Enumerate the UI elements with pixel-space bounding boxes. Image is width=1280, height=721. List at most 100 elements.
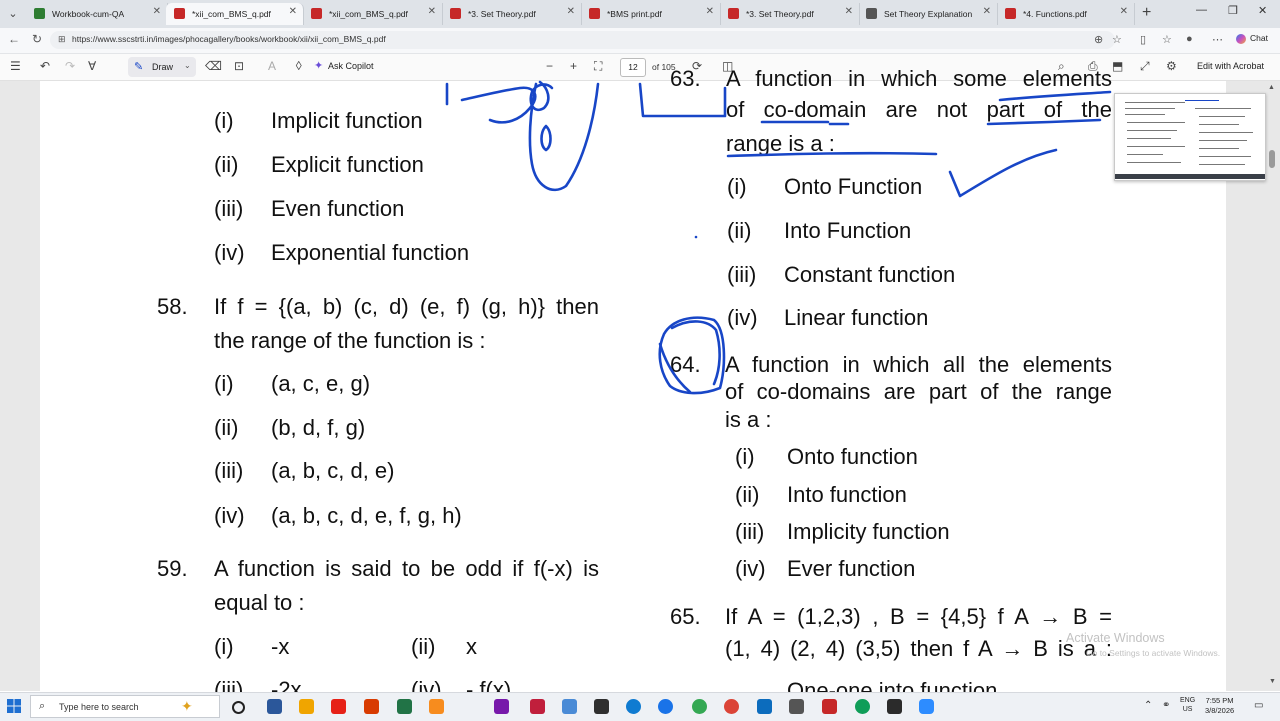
app-icon[interactable] (789, 699, 804, 714)
tab-close-icon[interactable]: ✕ (983, 6, 991, 17)
acrobat-app-icon[interactable] (822, 699, 837, 714)
excel-app-icon[interactable] (397, 699, 412, 714)
browser-tab[interactable]: *4. Functions.pdf ✕ (997, 3, 1135, 25)
refresh-icon[interactable]: ↻ (32, 32, 42, 46)
search-icon: ⌕ (39, 700, 46, 712)
question-text: is a : (725, 407, 772, 432)
ask-copilot-button[interactable]: Ask Copilot (328, 61, 374, 71)
copilot-sparkle-icon[interactable]: ✦ (314, 59, 323, 72)
telegram-app-icon[interactable] (626, 699, 641, 714)
tab-close-icon[interactable]: ✕ (428, 6, 436, 17)
tab-actions-menu-icon[interactable]: ⌄ (4, 5, 22, 23)
split-screen-icon[interactable]: ▯ (1140, 33, 1146, 46)
read-aloud-icon[interactable]: ꕺ (295, 59, 303, 74)
tab-title: *4. Functions.pdf (1023, 9, 1087, 19)
tab-close-icon[interactable]: ✕ (706, 6, 714, 17)
vlc-app-icon[interactable] (429, 699, 444, 714)
browser-tab[interactable]: *xii_com_BMS_q.pdf ✕ (303, 3, 443, 25)
browser-tab[interactable]: Set Theory Explanation ✕ (858, 3, 998, 25)
restore-icon[interactable]: ❐ (1228, 4, 1238, 17)
option-text: Ever function (787, 556, 916, 581)
edge-app-icon[interactable] (658, 699, 673, 714)
tab-close-icon[interactable]: ✕ (567, 6, 575, 17)
back-icon[interactable]: ← (8, 32, 20, 46)
tab-close-icon[interactable]: ✕ (1120, 6, 1128, 17)
word-app-icon[interactable] (267, 699, 282, 714)
browser-tab[interactable]: Workbook-cum-QA ✕ (26, 3, 168, 25)
contents-list-icon[interactable]: ☰ (10, 59, 21, 73)
tab-favicon-icon (174, 8, 185, 19)
more-menu-icon[interactable]: ⋯ (1212, 33, 1223, 46)
settings-gear-icon[interactable]: ⚙ (1166, 59, 1177, 73)
minimize-icon[interactable]: — (1196, 4, 1207, 16)
eraser-icon[interactable]: ⌫ (205, 59, 222, 73)
fullscreen-icon[interactable]: ⤢ (1140, 59, 1150, 74)
option-number: (i) (735, 444, 755, 469)
favorite-star-icon[interactable]: ☆ (1112, 33, 1122, 46)
zoom-app-icon[interactable] (919, 699, 934, 714)
save-icon[interactable]: ⬒ (1112, 59, 1123, 73)
tab-favicon-icon (728, 8, 739, 19)
vertical-scrollbar[interactable]: ▲ (1268, 84, 1276, 686)
redo-icon[interactable]: ↷ (65, 59, 75, 73)
scrollbar-thumb[interactable] (1269, 150, 1275, 168)
files-app-icon[interactable] (562, 699, 577, 714)
browser-tab-active[interactable]: *xii_com_BMS_q.pdf ✕ (166, 3, 304, 25)
notifications-icon[interactable]: ▭ (1254, 700, 1263, 711)
onenote-app-icon[interactable] (494, 699, 509, 714)
new-tab-icon[interactable]: + (1142, 4, 1151, 22)
clock[interactable]: 7:55 PM 3/8/2026 (1205, 696, 1234, 716)
network-icon[interactable]: ⚭ (1162, 700, 1170, 711)
profile-avatar-icon[interactable]: ● (1186, 33, 1193, 45)
page-thumbnail-preview[interactable] (1114, 93, 1266, 181)
browser-tab[interactable]: *BMS print.pdf ✕ (581, 3, 721, 25)
text-icon[interactable]: A (268, 59, 276, 73)
scroll-up-icon[interactable]: ▲ (1268, 84, 1275, 91)
edit-with-acrobat-button[interactable]: Edit with Acrobat (1197, 61, 1264, 71)
tab-close-icon[interactable]: ✕ (845, 6, 853, 17)
language-indicator[interactable]: ENG US (1180, 696, 1195, 714)
youtube-app-icon[interactable] (331, 699, 346, 714)
music-app-icon[interactable] (530, 699, 545, 714)
question-text: of co-domains are part of the range (725, 379, 1112, 404)
tray-expand-icon[interactable]: ⌃ (1144, 700, 1152, 711)
option-text: Constant function (784, 262, 956, 287)
tab-close-icon[interactable]: ✕ (153, 6, 161, 17)
highlight-icon[interactable]: ∀ (88, 59, 96, 73)
tab-title: Set Theory Explanation (884, 9, 973, 19)
taskbar-search-input[interactable]: ⌕ Type here to search ✦ (30, 695, 220, 718)
chrome-app-icon[interactable] (855, 699, 870, 714)
option-text: (b, d, f, g) (271, 415, 366, 440)
zoom-out-icon[interactable]: − (546, 59, 553, 73)
app-icon[interactable] (757, 699, 772, 714)
draw-button[interactable]: ✎ Draw ⌄ (128, 57, 196, 77)
chrome-app-icon[interactable] (692, 699, 707, 714)
app-icon[interactable] (887, 699, 902, 714)
chrome-profile-app-icon[interactable] (724, 699, 739, 714)
windows-start-icon[interactable] (6, 698, 22, 714)
site-info-icon[interactable]: ⊞ (58, 34, 66, 45)
url-field[interactable]: ⊞ https://www.sscstrti.in/images/phocaga… (50, 31, 1115, 49)
text-box-icon[interactable]: ⊡ (234, 59, 244, 73)
browser-tab[interactable]: *3. Set Theory.pdf ✕ (442, 3, 582, 25)
task-view-icon[interactable] (232, 701, 245, 714)
page-number-input[interactable]: 12 (620, 58, 646, 77)
zoom-icon[interactable]: ⊕ (1094, 33, 1103, 46)
fit-page-icon[interactable]: ⛶ (594, 59, 602, 74)
powerpoint-app-icon[interactable] (364, 699, 379, 714)
browser-tab[interactable]: *3. Set Theory.pdf ✕ (720, 3, 860, 25)
folder-app-icon[interactable] (299, 699, 314, 714)
question-number: 65. (670, 604, 701, 629)
undo-icon[interactable]: ↶ (40, 59, 50, 73)
favorites-icon[interactable]: ☆ (1162, 33, 1172, 46)
close-window-icon[interactable]: ✕ (1258, 4, 1267, 17)
copilot-icon[interactable] (1236, 34, 1246, 44)
photos-app-icon[interactable] (594, 699, 609, 714)
question-text: A function in which some elements (726, 66, 1112, 91)
tab-close-icon[interactable]: ✕ (289, 6, 297, 17)
question-text: equal to : (214, 590, 305, 615)
browser-tab-strip: ⌄ Workbook-cum-QA ✕ *xii_com_BMS_q.pdf ✕… (0, 0, 1280, 28)
chat-button[interactable]: Chat (1250, 33, 1268, 43)
scroll-down-icon[interactable]: ▼ (1269, 678, 1276, 685)
zoom-in-icon[interactable]: + (570, 59, 577, 73)
